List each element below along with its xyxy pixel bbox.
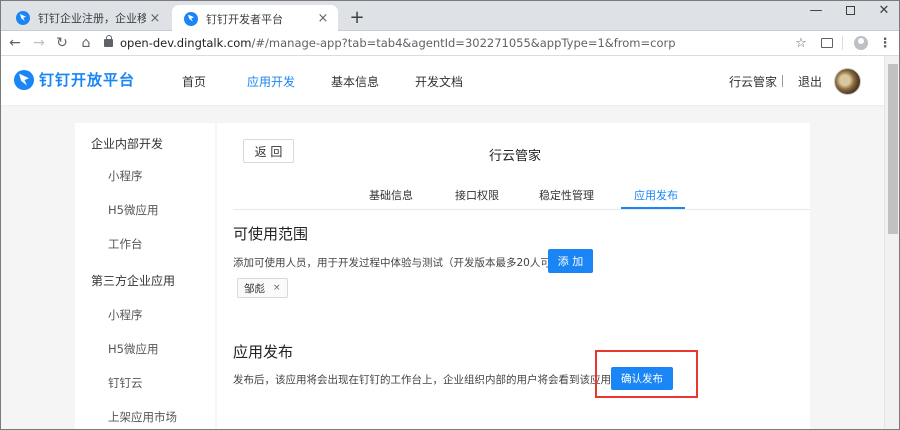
page-title: 行云管家 <box>489 149 542 164</box>
sidebar-item-dingtalk-cloud[interactable]: 钉钉云 <box>108 375 143 391</box>
sidebar-group-third-party: 第三方企业应用 <box>91 274 176 288</box>
home-button[interactable]: ⌂ <box>76 33 96 53</box>
forward-button[interactable]: → <box>29 33 49 53</box>
user-tag: 邹彪 × <box>237 278 288 298</box>
browser-toolbar: ← → ↻ ⌂ open-dev.dingtalk.com/#/manage-a… <box>0 31 900 56</box>
main-content: 返 回 行云管家 基础信息 接口权限 稳定性管理 应用发布 可使用范围 添加可使… <box>217 123 810 430</box>
url-host: open-dev.dingtalk.com <box>120 36 252 50</box>
nav-app-dev[interactable]: 应用开发 <box>247 73 295 90</box>
sidebar: 企业内部开发 小程序 H5微应用 工作台 第三方企业应用 小程序 H5微应用 钉… <box>75 123 215 430</box>
minimize-button[interactable]: — <box>798 0 834 20</box>
nav-home[interactable]: 首页 <box>182 73 206 90</box>
lock-icon[interactable] <box>104 35 113 47</box>
scrollbar-thumb[interactable] <box>888 64 898 234</box>
scope-description: 添加可使用人员，用于开发过程中体验与测试（开发版本最多20人可见） <box>233 257 572 269</box>
tab-basic-info[interactable]: 基础信息 <box>369 187 413 203</box>
logout-link[interactable]: 退出 <box>798 73 822 90</box>
avatar[interactable] <box>834 68 861 95</box>
scope-section-title: 可使用范围 <box>233 225 309 243</box>
confirm-publish-button[interactable]: 确认发布 <box>611 367 673 390</box>
tab-close-icon[interactable]: × <box>314 10 332 28</box>
publish-section-title: 应用发布 <box>233 343 294 361</box>
back-button[interactable]: 返 回 <box>243 139 294 163</box>
browser-tab-dingtalk-register[interactable]: 钉钉企业注册，企业移动办公，企 × <box>4 5 170 31</box>
tab-app-publish[interactable]: 应用发布 <box>634 187 678 203</box>
bookmark-star-icon[interactable]: ☆ <box>792 34 810 52</box>
sidebar-item-third-h5[interactable]: H5微应用 <box>108 341 158 357</box>
address-bar[interactable]: open-dev.dingtalk.com/#/manage-app?tab=t… <box>120 36 676 50</box>
page-viewport: 钉钉开放平台 首页 应用开发 基本信息 开发文档 行云管家 退出 企业内部开发 … <box>0 56 884 430</box>
dingtalk-favicon-icon <box>16 11 30 25</box>
logo-text: 钉钉开放平台 <box>39 71 136 89</box>
site-logo[interactable]: 钉钉开放平台 <box>14 69 135 90</box>
page-scrollbar[interactable] <box>884 56 900 430</box>
extension-icon[interactable] <box>818 34 836 52</box>
sidebar-item-internal-h5[interactable]: H5微应用 <box>108 202 158 218</box>
browser-menu-icon[interactable]: ⋮ <box>876 34 894 52</box>
browser-tab-bar: 钉钉企业注册，企业移动办公，企 × 钉钉开发者平台 × + — ✕ <box>0 0 900 32</box>
back-button[interactable]: ← <box>5 33 25 53</box>
tabs-divider <box>233 209 810 210</box>
tag-remove-icon[interactable]: × <box>273 283 281 293</box>
new-tab-button[interactable]: + <box>346 7 368 28</box>
tab-close-icon[interactable]: × <box>146 9 164 27</box>
url-path: /#/manage-app?tab=tab4&agentId=302271055… <box>251 36 676 50</box>
nav-dev-docs[interactable]: 开发文档 <box>415 73 463 90</box>
site-header: 钉钉开放平台 首页 应用开发 基本信息 开发文档 行云管家 退出 <box>0 56 884 106</box>
browser-tab-dev-platform[interactable]: 钉钉开发者平台 × <box>172 5 338 32</box>
sidebar-item-workbench[interactable]: 工作台 <box>108 236 143 252</box>
header-divider <box>782 75 783 87</box>
sidebar-item-app-market[interactable]: 上架应用市场 <box>108 409 177 425</box>
tab-stability[interactable]: 稳定性管理 <box>539 187 594 203</box>
window-close-button[interactable]: ✕ <box>866 0 900 20</box>
user-tag-label: 邹彪 <box>244 282 265 295</box>
sidebar-item-internal-miniprogram[interactable]: 小程序 <box>108 168 143 184</box>
dingtalk-favicon-icon <box>184 11 198 26</box>
publish-description: 发布后，该应用将会出现在钉钉的工作台上，企业组织内部的用户将会看到该应用。 <box>233 374 622 386</box>
tab-title: 钉钉开发者平台 <box>206 12 283 26</box>
toolbar-divider <box>842 36 843 50</box>
profile-icon[interactable] <box>852 34 870 52</box>
maximize-icon <box>845 5 855 15</box>
sidebar-group-internal: 企业内部开发 <box>91 137 164 151</box>
add-user-button[interactable]: 添 加 <box>548 249 593 273</box>
nav-basic-info[interactable]: 基本信息 <box>331 73 379 90</box>
sidebar-item-third-miniprogram[interactable]: 小程序 <box>108 307 143 323</box>
maximize-button[interactable] <box>832 0 868 20</box>
tab-api-permissions[interactable]: 接口权限 <box>455 187 499 203</box>
dingtalk-logo-icon <box>14 69 34 90</box>
reload-button[interactable]: ↻ <box>52 33 72 53</box>
tab-title: 钉钉企业注册，企业移动办公，企 <box>38 12 146 25</box>
user-name[interactable]: 行云管家 <box>729 73 777 90</box>
